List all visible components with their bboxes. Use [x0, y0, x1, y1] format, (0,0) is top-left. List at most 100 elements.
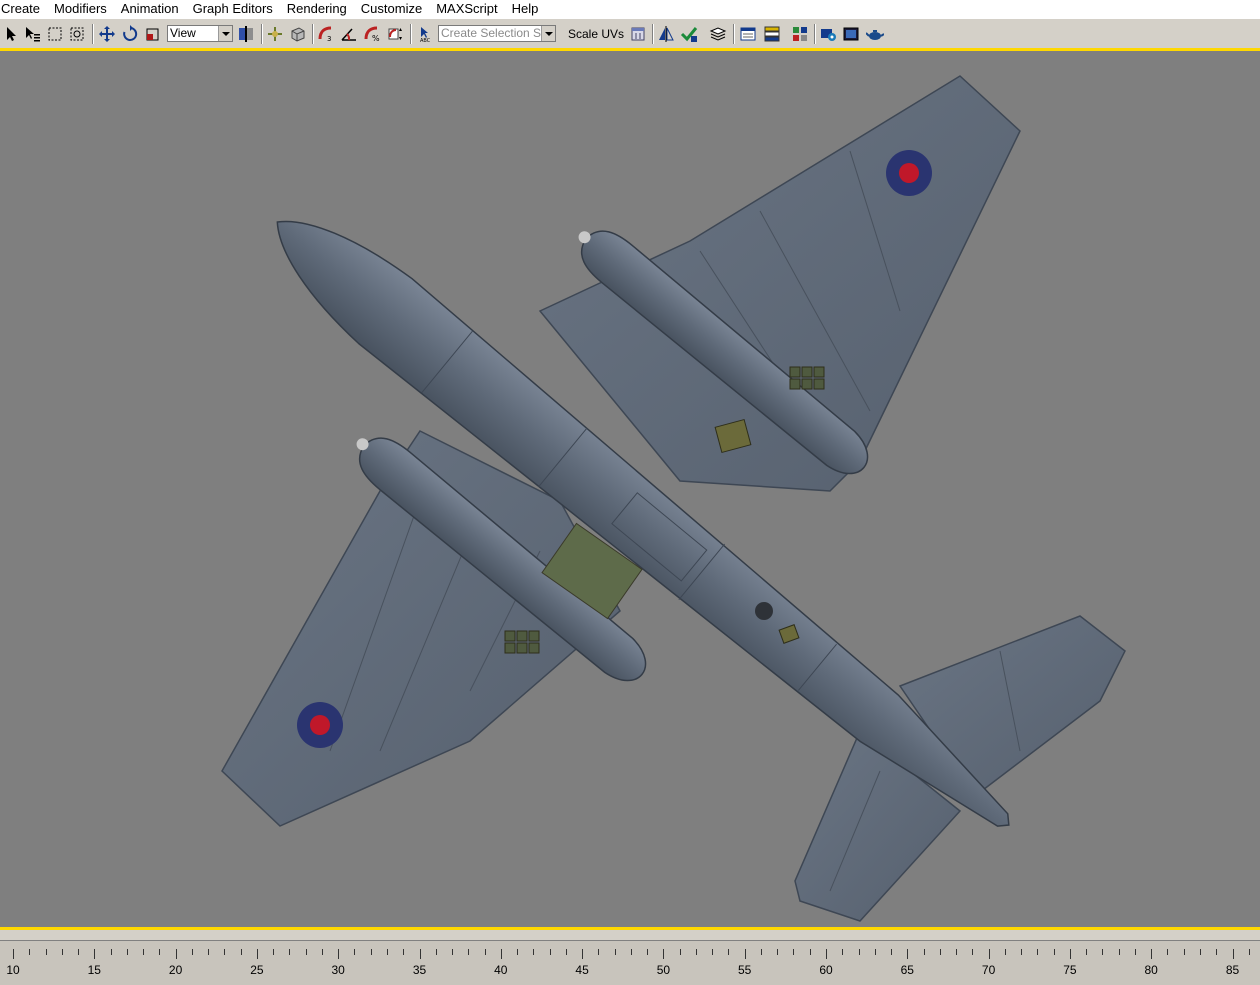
menu-modifiers[interactable]: Modifiers: [47, 0, 114, 18]
timeline-tick: [760, 949, 762, 955]
layer-manager-icon[interactable]: [708, 23, 728, 45]
timeline-tick: [874, 949, 876, 955]
scale-uvs-button[interactable]: Scale UVs: [568, 27, 624, 41]
timeline-tick: [1183, 949, 1185, 955]
timeline-tick: [598, 949, 600, 955]
material-editor-icon[interactable]: [790, 23, 810, 45]
rotate-icon[interactable]: [120, 23, 140, 45]
schematic-view-icon[interactable]: [762, 23, 782, 45]
select-by-name-icon[interactable]: [22, 23, 42, 45]
timeline-tick: [208, 949, 210, 955]
menu-graph-editors[interactable]: Graph Editors: [186, 0, 280, 18]
timeline-tick: [386, 949, 388, 955]
timeline-tick-label: 10: [6, 963, 20, 977]
rendered-frame-icon[interactable]: [841, 23, 861, 45]
timeline-tick-label: 30: [331, 963, 345, 977]
timeline-tick: [403, 949, 405, 955]
timeline-tick: [1021, 949, 1023, 955]
timeline-tick: [826, 949, 827, 959]
timeline-tick: [321, 949, 323, 955]
menu-rendering[interactable]: Rendering: [280, 0, 354, 18]
timeline-tick: [126, 949, 128, 955]
scale-icon[interactable]: [143, 23, 163, 45]
menu-customize[interactable]: Customize: [354, 0, 429, 18]
roundel-lower: [297, 702, 343, 748]
timeline-tick: [582, 949, 584, 959]
timeline-tick: [549, 949, 551, 955]
percent-snap-icon[interactable]: %: [362, 23, 382, 45]
timeline-tick: [419, 949, 421, 959]
timeline-tick: [191, 949, 193, 955]
timeline-tick: [777, 949, 779, 955]
move-icon[interactable]: [97, 23, 117, 45]
timeline-tick: [500, 949, 502, 959]
timeline-tick: [891, 949, 893, 955]
timeline-tick: [1037, 949, 1039, 955]
window-crossing-icon[interactable]: [67, 23, 87, 45]
svg-text:3: 3: [327, 35, 331, 43]
snap-3d-icon[interactable]: 3: [316, 23, 336, 45]
timeline-tick: [256, 949, 258, 959]
timeline-tick: [956, 949, 958, 955]
menu-help[interactable]: Help: [505, 0, 546, 18]
main-toolbar: View 3 % ABC Create Selection Set Scale …: [0, 18, 1260, 49]
aircraft-model: [221, 75, 1126, 922]
svg-text:ABC: ABC: [420, 38, 431, 43]
timeline-tick-label: 45: [575, 963, 589, 977]
timeline-tick: [712, 949, 714, 955]
timeline-tick-label: 80: [1144, 963, 1158, 977]
reference-coord-dropdown[interactable]: View: [167, 25, 233, 42]
timeline-tick: [159, 949, 161, 955]
uv-script-icon[interactable]: [628, 23, 648, 45]
timeline-tick: [273, 949, 275, 955]
mirror-icon[interactable]: [656, 23, 676, 45]
angle-snap-icon[interactable]: [339, 23, 359, 45]
keyboard-shortcut-icon[interactable]: [288, 23, 308, 45]
edit-named-selection-icon[interactable]: ABC: [415, 23, 435, 45]
timeline-tick: [1069, 949, 1071, 959]
timeline-tick: [370, 949, 372, 955]
timeline-tick: [435, 949, 437, 955]
timeline-tick: [1004, 949, 1006, 955]
timeline-tick: [907, 949, 909, 959]
spinner-snap-icon[interactable]: [385, 23, 405, 45]
menu-maxscript[interactable]: MAXScript: [429, 0, 504, 18]
rect-selection-icon[interactable]: [45, 23, 65, 45]
render-setup-icon[interactable]: [818, 23, 838, 45]
timeline-tick: [923, 949, 925, 955]
svg-text:%: %: [372, 34, 380, 43]
timeline-tick: [13, 949, 14, 959]
pivot-center-icon[interactable]: [236, 23, 256, 45]
timeline-tick: [809, 949, 811, 955]
timeline-tick: [110, 949, 112, 955]
timeline-tick: [484, 949, 486, 955]
quick-render-teapot-icon[interactable]: [865, 23, 885, 45]
timeline-tick: [939, 949, 941, 955]
align-icon[interactable]: [679, 23, 699, 45]
timeline-tick: [338, 949, 340, 959]
timeline-tick: [695, 949, 697, 955]
timeline-tick-label: 20: [168, 963, 183, 977]
select-manipulate-icon[interactable]: [265, 23, 285, 45]
perspective-viewport[interactable]: [0, 51, 1260, 927]
timeline-tick: [452, 949, 454, 955]
timeline-tick: [972, 949, 974, 955]
timeline-tick: [1053, 949, 1055, 955]
menu-create[interactable]: Create: [0, 0, 47, 18]
timeline-tick: [533, 949, 535, 955]
timeline-tick: [94, 949, 96, 959]
timeline-tick: [1216, 949, 1218, 955]
track-bar[interactable]: 10 15 20 25 30 35 40 45 50 55 60 65 70 75 80 85: [0, 930, 1260, 985]
fuselage-port: [755, 602, 773, 620]
timeline-ruler[interactable]: 10 15 20 25 30 35 40 45 50 55 60 65 70 75 80 85: [0, 940, 1260, 985]
timeline-tick: [45, 949, 47, 955]
timeline-tick: [61, 949, 63, 955]
menu-animation[interactable]: Animation: [114, 0, 186, 18]
select-arrow-icon[interactable]: [1, 23, 21, 45]
timeline-tick-label: 75: [1063, 963, 1077, 977]
timeline-tick: [240, 949, 242, 955]
timeline-tick: [728, 949, 730, 955]
curve-editor-icon[interactable]: [738, 23, 758, 45]
named-selection-set-dropdown[interactable]: Create Selection Set: [438, 25, 556, 42]
timeline-tick: [468, 949, 470, 955]
